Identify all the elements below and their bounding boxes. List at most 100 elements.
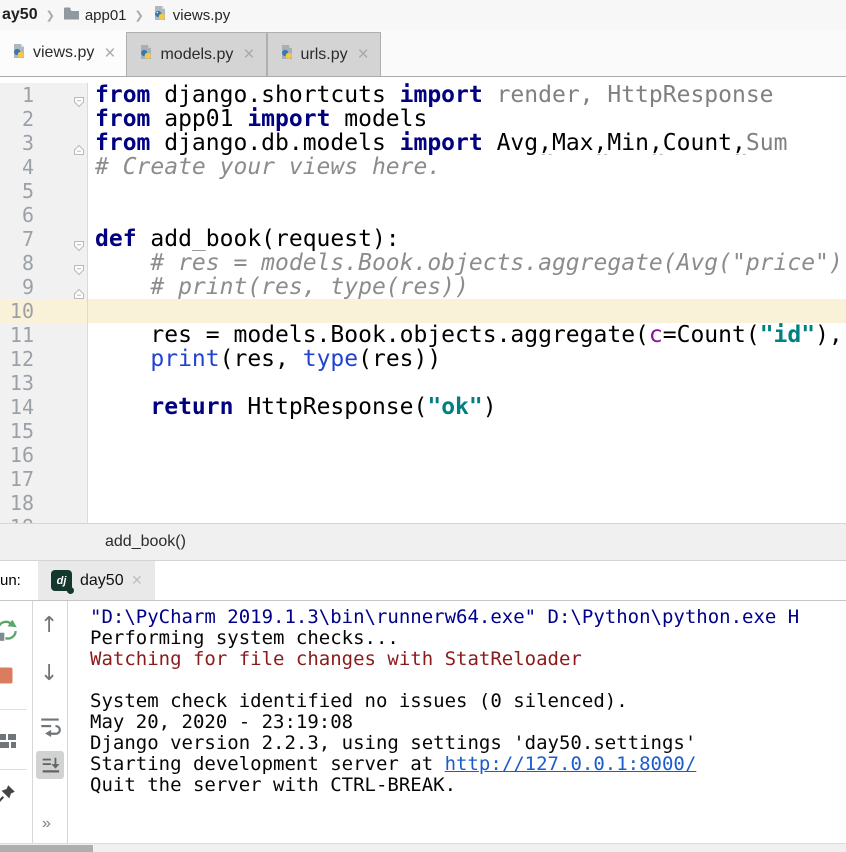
scroll-to-end-icon[interactable] (36, 751, 64, 779)
folder-icon (63, 6, 80, 25)
code-line: 1from django.shortcuts import render, Ht… (0, 83, 846, 107)
close-icon[interactable]: × (243, 45, 254, 64)
code-line: 13 (0, 371, 846, 395)
breadcrumb-item-project[interactable]: ay50 (2, 6, 38, 24)
python-file-icon (279, 44, 295, 65)
tab-label: urls.py (301, 46, 348, 64)
line-number: 12 (0, 347, 34, 371)
code-line: 9 # print(res, type(res)) (0, 275, 846, 299)
python-file-icon (138, 44, 154, 65)
stop-icon[interactable] (0, 667, 13, 689)
breadcrumb: ay50 ❯ app01 ❯ views.py (0, 0, 846, 30)
code-line: 16 (0, 443, 846, 467)
line-number: 10 (0, 299, 34, 323)
more-options-icon[interactable]: » (42, 815, 50, 833)
restore-layout-icon[interactable] (0, 729, 19, 758)
tab-views-py[interactable]: views.py × (0, 30, 126, 76)
fold-marker-icon[interactable] (73, 89, 85, 101)
line-number: 18 (0, 491, 34, 515)
chevron-right-icon: ❯ (132, 9, 147, 22)
line-number: 17 (0, 467, 34, 491)
code-editor[interactable]: 1from django.shortcuts import render, Ht… (0, 77, 846, 523)
code-line: 5 (0, 179, 846, 203)
tab-label: views.py (33, 44, 94, 62)
python-file-icon (152, 5, 168, 26)
line-number: 1 (0, 83, 34, 107)
console-line: May 20, 2020 - 23:19:08 (90, 712, 846, 733)
pycharm-window: ay50 ❯ app01 ❯ views.py views.py × model… (0, 0, 846, 852)
line-number: 16 (0, 443, 34, 467)
code-line: 15 (0, 419, 846, 443)
code-line: 2from app01 import models (0, 107, 846, 131)
line-number: 14 (0, 395, 34, 419)
console-line: Starting development server at http://12… (90, 754, 846, 775)
rerun-icon[interactable] (0, 617, 20, 648)
line-number: 19 (0, 515, 34, 523)
code-line: 14 return HttpResponse("ok") (0, 395, 846, 419)
line-number: 8 (0, 251, 34, 275)
close-icon[interactable]: × (358, 45, 369, 64)
up-stack-trace-icon[interactable]: ↑ (40, 613, 58, 638)
horizontal-scrollbar (0, 843, 846, 852)
line-number: 5 (0, 179, 34, 203)
console-line: Performing system checks... (90, 628, 846, 649)
line-number: 4 (0, 155, 34, 179)
code-line: 19 (0, 515, 846, 523)
code-line: 4# Create your views here. (0, 155, 846, 179)
run-controls-toolbar (0, 601, 33, 843)
run-tab-label: day50 (80, 572, 124, 590)
soft-wrap-icon[interactable] (38, 713, 62, 742)
close-icon[interactable]: × (132, 570, 143, 591)
code-line: 17 (0, 467, 846, 491)
toolbar-divider (0, 709, 27, 710)
code-line: 12 print(res, type(res)) (0, 347, 846, 371)
code-line: 6 (0, 203, 846, 227)
fold-marker-icon[interactable] (73, 257, 85, 269)
code-line: 11 res = models.Book.objects.aggregate(c… (0, 323, 846, 347)
tab-label: models.py (160, 46, 233, 64)
line-number: 7 (0, 227, 34, 251)
scrollbar-thumb[interactable] (0, 845, 93, 852)
server-url-link[interactable]: http://127.0.0.1:8000/ (445, 754, 697, 775)
editor-breadcrumb-bar: add_book() (0, 523, 846, 560)
console-output[interactable]: "D:\PyCharm 2019.1.3\bin\runnerw64.exe" … (68, 601, 846, 843)
breadcrumb-method-item[interactable]: add_book() (105, 533, 186, 551)
line-number: 15 (0, 419, 34, 443)
console-line: System check identified no issues (0 sil… (90, 691, 846, 712)
pin-icon[interactable] (0, 783, 17, 810)
tab-urls-py[interactable]: urls.py × (267, 32, 381, 76)
console-line: Quit the server with CTRL-BREAK. (90, 775, 846, 796)
run-panel-label: un: (0, 572, 24, 589)
close-icon[interactable]: × (104, 44, 115, 63)
code-line: 10 (0, 299, 846, 323)
tab-models-py[interactable]: models.py × (126, 32, 266, 76)
line-number: 13 (0, 371, 34, 395)
chevron-right-icon: ❯ (43, 9, 58, 22)
down-stack-trace-icon[interactable]: ↓ (40, 661, 58, 686)
breadcrumb-item-file[interactable]: views.py (173, 7, 231, 24)
fold-marker-icon[interactable] (73, 233, 85, 245)
run-console: ↑ ↓ » "D:\PyCharm 2019.1.3\bin\runnerw64… (0, 601, 846, 843)
code-line: 18 (0, 491, 846, 515)
code-line: 3from django.db.models import Avg,Max,Mi… (0, 131, 846, 155)
console-line (90, 670, 846, 691)
line-number: 2 (0, 107, 34, 131)
line-number: 11 (0, 323, 34, 347)
toolbar-divider (0, 769, 27, 770)
editor-tab-bar: views.py × models.py × urls.py × (0, 30, 846, 77)
fold-marker-icon[interactable] (73, 281, 85, 293)
console-line: Django version 2.2.3, using settings 'da… (90, 733, 846, 754)
line-number: 9 (0, 275, 34, 299)
code-line: 7def add_book(request): (0, 227, 846, 251)
code-line: 8 # res = models.Book.objects.aggregate(… (0, 251, 846, 275)
python-file-icon (11, 43, 27, 64)
breadcrumb-item-package[interactable]: app01 (85, 7, 127, 24)
line-number: 6 (0, 203, 34, 227)
run-tab-day50[interactable]: dj day50 × (38, 561, 155, 600)
console-toolbar: ↑ ↓ » (33, 601, 68, 843)
django-icon: dj (51, 570, 72, 591)
console-line: Watching for file changes with StatReloa… (90, 649, 846, 670)
fold-marker-icon[interactable] (73, 137, 85, 149)
run-panel-header: un: dj day50 × (0, 560, 846, 601)
line-number: 3 (0, 131, 34, 155)
